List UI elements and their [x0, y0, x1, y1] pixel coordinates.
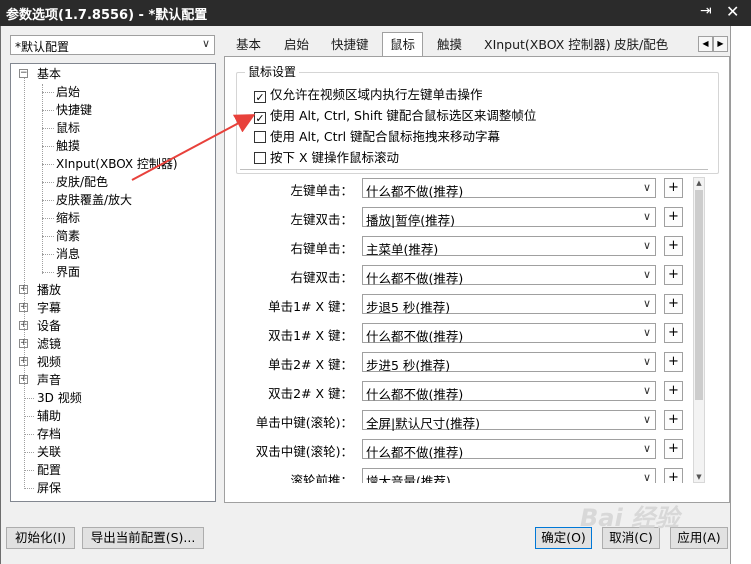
annotation-arrow-icon [131, 114, 256, 181]
